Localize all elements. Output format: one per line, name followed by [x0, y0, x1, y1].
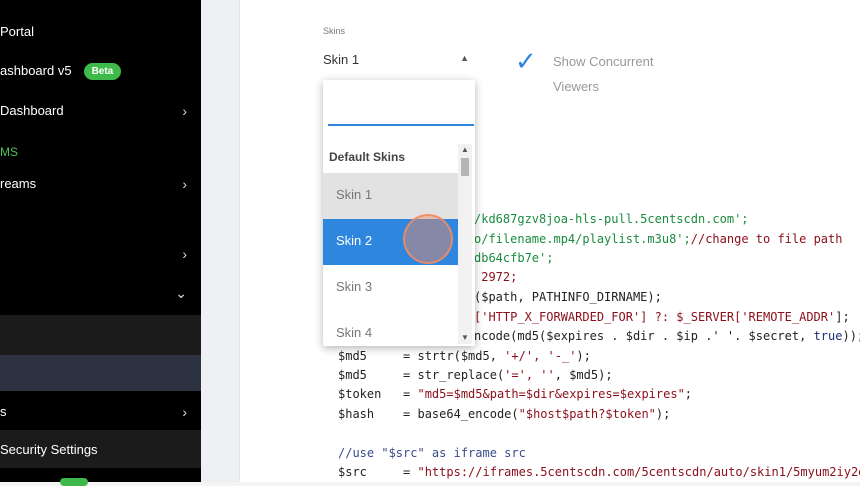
code-keyword: true: [813, 329, 843, 343]
code-text: o/filename.mp4/playlist.m3u8';: [474, 232, 691, 246]
sidebar-submenu-item-active[interactable]: [0, 355, 201, 391]
code-line: ['HTTP_X_FORWARDED_FOR'] ?: $_SERVER['RE…: [474, 310, 850, 324]
code-line: $md5 = strtr($md5, '+/', '-_');: [338, 349, 591, 363]
sidebar-item-portal[interactable]: Portal: [0, 24, 201, 39]
sidebar-item-dashboard-v5[interactable]: ashboard v5 Beta: [0, 63, 201, 81]
code-text: /kd687gzv8joa-hls-pull.5centscdn.com';: [474, 212, 749, 226]
code-text: $md5 = str_replace(: [338, 368, 505, 382]
code-line: ncode(md5($expires . $dir . $ip .' '. $s…: [474, 329, 860, 343]
code-line: /kd687gzv8joa-hls-pull.5centscdn.com';: [474, 212, 749, 226]
caret-up-icon: ▲: [460, 53, 469, 63]
show-concurrent-viewers-label[interactable]: Show Concurrent Viewers: [553, 49, 683, 99]
code-string: "https://iframes.5centscdn.com/5centscdn…: [417, 465, 860, 479]
sidebar-item-streams[interactable]: reams ›: [0, 176, 201, 192]
code-text: $token =: [338, 387, 418, 401]
chevron-right-icon: ›: [182, 246, 187, 262]
chevron-right-icon: ›: [182, 103, 187, 119]
code-line: ($path, PATHINFO_DIRNAME);: [474, 290, 662, 304]
code-text: ncode(md5($expires . $dir . $ip .' '. $s…: [474, 329, 814, 343]
sidebar-item-security-label: Security Settings: [0, 442, 201, 457]
beta-badge: Beta: [83, 63, 122, 81]
code-line: $md5 = str_replace('=', '', $md5);: [338, 368, 613, 382]
dropdown-group-label: Default Skins: [329, 150, 406, 164]
code-comment: //change to file path: [690, 232, 843, 246]
code-line: o/filename.mp4/playlist.m3u8';//change t…: [474, 232, 842, 246]
sidebar-item-s[interactable]: s ›: [0, 404, 201, 420]
sidebar-toggle-pill[interactable]: [60, 478, 88, 486]
dropdown-search-input[interactable]: [328, 94, 474, 126]
code-text: );: [576, 349, 591, 363]
code-text: 'REMOTE_ADDR': [741, 310, 836, 324]
code-block: /kd687gzv8joa-hls-pull.5centscdn.com'; o…: [0, 0, 860, 479]
code-text: ];: [835, 310, 850, 324]
skins-select[interactable]: Skin 1 ▲: [323, 44, 475, 81]
skins-label: Skins: [323, 26, 346, 36]
sidebar-item-label: s: [0, 404, 7, 419]
dropdown-scrollbar[interactable]: ▲ ▼: [458, 144, 472, 344]
scrollbar-thumb[interactable]: [461, 158, 469, 176]
code-text: $hash = base64_encode(: [338, 407, 519, 421]
code-text: ;: [684, 387, 693, 401]
dropdown-option-skin-4[interactable]: Skin 4: [323, 311, 458, 346]
code-text: 2972;: [474, 270, 518, 284]
sidebar-submenu-item[interactable]: [0, 315, 201, 355]
code-text: ));: [842, 329, 860, 343]
checkmark-icon[interactable]: ✓: [515, 46, 537, 77]
code-text: );: [655, 407, 671, 421]
code-line: db64cfb7e';: [474, 251, 553, 265]
code-string: "md5=$md5&path=$dir&expires=$expires": [417, 387, 685, 401]
cursor-indicator: [403, 214, 453, 264]
code-line: //use "$src" as iframe src: [338, 446, 526, 460]
skins-dropdown: Default Skins Skin 1 Skin 2 Skin 3 Skin …: [323, 80, 475, 346]
code-text: ($path, PATHINFO_DIRNAME);: [474, 290, 662, 304]
scroll-down-icon[interactable]: ▼: [458, 332, 472, 344]
sidebar-item-label: Security Settings: [0, 442, 98, 457]
code-text: ['HTTP_X_FORWARDED_FOR'] ?: $_SERVER[: [474, 310, 742, 324]
code-line: $src = "https://iframes.5centscdn.com/5c…: [338, 465, 860, 479]
code-text: , $md5);: [554, 368, 613, 382]
skins-select-value: Skin 1: [323, 52, 360, 67]
code-text: $md5 = strtr($md5,: [338, 349, 505, 363]
content-gutter: [201, 0, 239, 482]
chevron-right-icon: ›: [182, 176, 187, 192]
code-text: $src =: [338, 465, 418, 479]
code-comment: //use "$src" as iframe src: [338, 446, 526, 460]
chevron-down-icon: ⌄: [175, 285, 187, 301]
dropdown-option-skin-3[interactable]: Skin 3: [323, 265, 458, 311]
chevron-right-icon: ›: [182, 404, 187, 420]
dropdown-option-skin-1[interactable]: Skin 1: [323, 173, 458, 219]
code-text: db64cfb7e';: [474, 251, 554, 265]
code-string: "$host$path?$token": [518, 407, 656, 421]
sidebar-item-dashboard[interactable]: Dashboard ›: [0, 103, 201, 119]
code-string: '=', '': [504, 368, 555, 382]
code-line: $token = "md5=$md5&path=$dir&expires=$ex…: [338, 387, 692, 401]
code-line: $hash = base64_encode("$host$path?$token…: [338, 407, 670, 421]
scroll-up-icon[interactable]: ▲: [458, 144, 472, 156]
code-string: '+/', '-_': [504, 349, 577, 363]
sidebar: Portal ashboard v5 Beta Dashboard › MS rea…: [0, 0, 201, 486]
code-line: 2972;: [474, 270, 517, 284]
